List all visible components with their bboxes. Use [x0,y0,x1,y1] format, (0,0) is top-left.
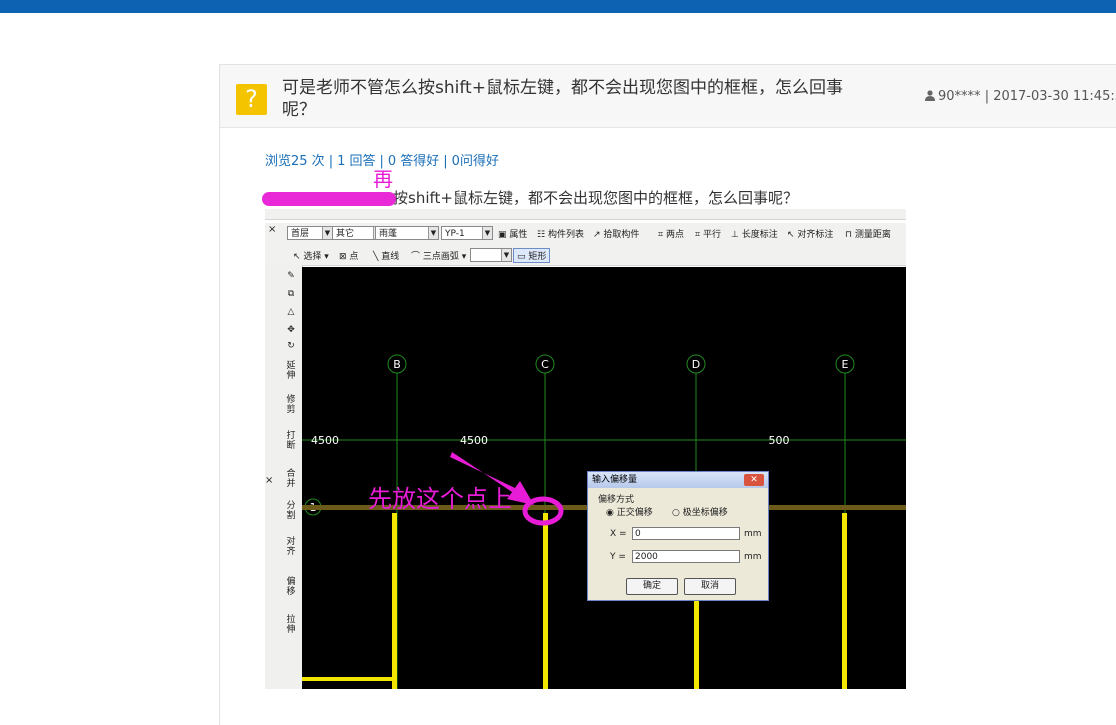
align-mark-button[interactable]: ↖ 对齐标注 [787,227,833,240]
top-nav-bar [0,0,1116,13]
question-mark-icon: ? [236,84,267,115]
left-toolbar: ✎ ⧉ △ ✥ ↻ 延伸 修剪 打断 合并 分割 对齐 偏移 拉伸 × [265,265,303,689]
question-header: ? 可是老师不管怎么按shift+鼠标左键，都不会出现您图中的框框，怎么回事呢？… [220,65,1116,128]
dim-label-3: 500 [769,434,790,447]
point-tool[interactable]: ⊠ 点 [339,249,358,262]
toolbar-row-2: × 首层▼ 其它▼ 雨蓬▼ YP-1▼ ▣ 属性 ☷ 构件列表 ↗ 拾取构件 ⌗… [265,223,906,246]
polar-radio[interactable]: ○ 极坐标偏移 [672,505,728,518]
measure-button[interactable]: ⊓ 测量距离 [845,227,891,240]
select-tool[interactable]: ↖ 选择 ▾ [293,249,329,262]
dim-label-1: 4500 [311,434,339,447]
pick-component-button[interactable]: ↗ 拾取构件 [593,227,639,240]
answers-link[interactable]: 1 回答 [337,154,375,169]
ok-button[interactable]: 确定 [626,578,678,595]
rect-tool[interactable]: ▭ 矩形 [513,248,551,263]
question-meta: 90**** | 2017-03-30 11:45:5 [925,89,1116,104]
component-select[interactable]: 雨蓬 ▼ [375,226,439,240]
split-tool[interactable]: 分割 [285,501,297,521]
user-icon [925,90,935,101]
annotation-text: 先放这个点上 [368,485,512,513]
axis-label-c: C [541,358,549,371]
panel-close-icon[interactable]: × [265,475,273,486]
question-date: 2017-03-30 11:45:5 [993,89,1116,104]
offset-tool[interactable]: 偏移 [285,577,297,597]
attribute-button[interactable]: ▣ 属性 [498,227,527,240]
dim-label-2: 4500 [460,434,488,447]
toolbar-row-3: ↖ 选择 ▾ ⊠ 点 ╲ 直线 ⌒ 三点画弧 ▾ ▼ ▭ 矩形 [265,245,906,266]
length-mark-button[interactable]: ⊥ 长度标注 [731,227,778,240]
align-tool[interactable]: 对齐 [285,537,297,557]
redaction-scribble [262,192,396,206]
copy-icon[interactable]: ⧉ [285,289,297,299]
orthogonal-radio[interactable]: ◉ 正交偏移 [606,505,653,518]
good-answers-count: 0 答得好 [387,154,440,169]
x-input[interactable]: 0 [632,527,740,540]
stretch-tool[interactable]: 拉伸 [285,615,297,635]
merge-tool[interactable]: 合并 [285,469,297,489]
axis-label-d: D [692,358,700,371]
x-label: X = [610,529,627,539]
dialog-title: 输入偏移量 [588,472,768,488]
offset-dialog: 输入偏移量 ✕ 偏移方式 ◉ 正交偏移 ○ 极坐标偏移 X = 0 mm Y =… [587,471,769,601]
trim-tool[interactable]: 修剪 [285,395,297,415]
x-unit: mm [744,529,762,539]
arc-tool[interactable]: ⌒ 三点画弧 ▾ [411,249,466,262]
two-points-button[interactable]: ⌗ 两点 [658,227,684,240]
good-questions-count: 0问得好 [451,154,499,169]
component-list-button[interactable]: ☷ 构件列表 [537,227,584,240]
line-tool[interactable]: ╲ 直线 [373,249,399,262]
question-title: 可是老师不管怎么按shift+鼠标左键，都不会出现您图中的框框，怎么回事呢？ [282,78,843,120]
question-card: ? 可是老师不管怎么按shift+鼠标左键，都不会出现您图中的框框，怎么回事呢？… [219,64,1116,725]
extend-tool[interactable]: 延伸 [285,361,297,381]
toolbar-row-1 [265,209,906,220]
move-icon[interactable]: ✥ [285,325,297,335]
axis-label-b: B [393,358,401,371]
floor-select[interactable]: 首层 ▼ [287,226,333,240]
embedded-screenshot: × 首层▼ 其它▼ 雨蓬▼ YP-1▼ ▣ 属性 ☷ 构件列表 ↗ 拾取构件 ⌗… [265,209,906,689]
close-icon[interactable]: × [268,224,276,235]
y-input[interactable]: 2000 [632,550,740,563]
y-unit: mm [744,552,762,562]
code-select[interactable]: YP-1 ▼ [441,226,493,240]
y-label: Y = [610,552,626,562]
parallel-button[interactable]: ⌗ 平行 [695,227,721,240]
mirror-icon[interactable]: △ [285,307,297,317]
break-tool[interactable]: 打断 [285,431,297,451]
dialog-close-button[interactable]: ✕ [744,474,764,486]
cancel-button[interactable]: 取消 [684,578,736,595]
arc-option-select[interactable]: ▼ [470,248,512,262]
offset-mode-label: 偏移方式 [598,495,635,505]
pen-icon[interactable]: ✎ [285,271,297,281]
views-count: 浏览25 次 [265,154,325,169]
rotate-icon[interactable]: ↻ [285,341,297,351]
author-name[interactable]: 90**** [938,89,981,104]
axis-label-e: E [842,358,849,371]
